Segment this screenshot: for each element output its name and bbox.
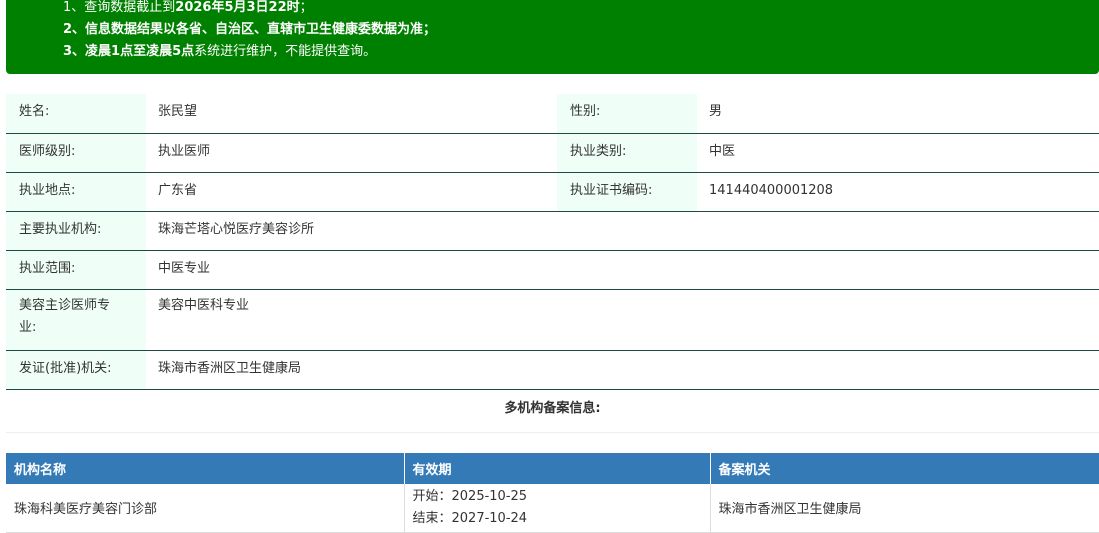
beauty-label: 美容主诊医师专业: [19, 297, 111, 335]
notice-line-3: 3、凌晨1点至凌晨5点系统进行维护，不能提供查询。 [63, 44, 377, 59]
gender-label: 性别: [570, 104, 601, 119]
notice-line-2: 2、信息数据结果以各省、自治区、直辖市卫生健康委数据为准； [63, 22, 437, 37]
row-beauty: 美容主诊医师专业: 美容中医科专业 [6, 289, 1099, 351]
notice-line-1: 1、查询数据截止到2026年5月3日22时； [63, 0, 313, 15]
cert-value: 141440400001208 [709, 182, 834, 198]
scope-value: 中医专业 [158, 260, 211, 276]
record-institution: 珠海科美医疗美容门诊部 [6, 484, 405, 533]
record-end: 结束：2027-10-24 [412, 510, 528, 526]
doctor-info-table: 姓名: 张民望 性别: 男 医师级别: 执业医师 执业类别: 中医 执业地点: … [6, 94, 1099, 390]
level-value: 执业医师 [158, 143, 211, 159]
multi-record-title: 多机构备案信息: [6, 398, 1099, 433]
row-issuer: 发证(批准)机关: 珠海市香洲区卫生健康局 [6, 350, 1099, 390]
category-value: 中医 [709, 143, 736, 159]
row-scope: 执业范围: 中医专业 [6, 250, 1099, 290]
header-validity: 有效期 [404, 453, 711, 484]
cert-label: 执业证书编码: [570, 182, 653, 198]
multi-record-header: 机构名称 有效期 备案机关 [6, 453, 1099, 484]
beauty-value: 美容中医科专业 [158, 297, 250, 313]
gender-value: 男 [709, 104, 723, 119]
multi-record-table: 机构名称 有效期 备案机关 珠海科美医疗美容门诊部 开始：2025-10-25 … [6, 453, 1099, 533]
level-label: 医师级别: [19, 143, 76, 159]
name-label: 姓名: [19, 104, 50, 119]
issuer-value: 珠海市香洲区卫生健康局 [158, 360, 302, 376]
institution-value: 珠海芒塔心悦医疗美容诊所 [158, 221, 315, 237]
header-institution: 机构名称 [6, 453, 405, 484]
issuer-label: 发证(批准)机关: [19, 360, 112, 376]
name-value: 张民望 [158, 104, 198, 119]
location-value: 广东省 [158, 182, 198, 198]
table-row: 珠海科美医疗美容门诊部 开始：2025-10-25 结束：2027-10-24 … [6, 484, 1099, 533]
category-label: 执业类别: [570, 143, 627, 159]
record-start: 开始：2025-10-25 [412, 488, 528, 504]
location-label: 执业地点: [19, 182, 76, 198]
scope-label: 执业范围: [19, 260, 76, 276]
record-validity: 开始：2025-10-25 结束：2027-10-24 [404, 484, 711, 533]
row-institution: 主要执业机构: 珠海芒塔心悦医疗美容诊所 [6, 211, 1099, 251]
header-authority: 备案机关 [710, 453, 1099, 484]
row-location-cert: 执业地点: 广东省 执业证书编码: 141440400001208 [6, 172, 1099, 212]
institution-label: 主要执业机构: [19, 221, 102, 237]
notice-banner: 1、查询数据截止到2026年5月3日22时； 2、信息数据结果以各省、自治区、直… [6, 0, 1099, 74]
row-level-category: 医师级别: 执业医师 执业类别: 中医 [6, 133, 1099, 173]
row-name-gender: 姓名: 张民望 性别: 男 [6, 94, 1099, 134]
record-authority: 珠海市香洲区卫生健康局 [710, 484, 1099, 533]
